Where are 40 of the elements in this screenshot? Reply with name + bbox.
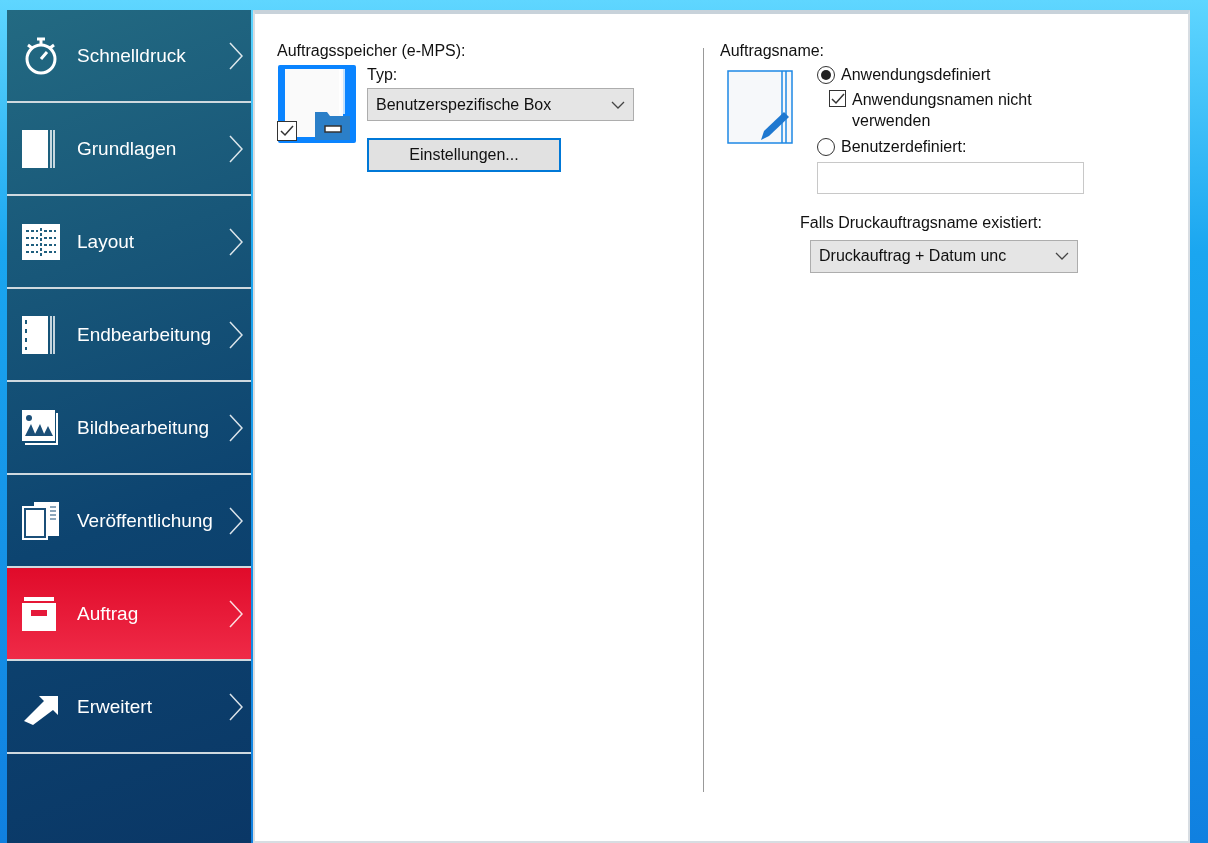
settings-button[interactable]: Einstellungen... [367, 138, 561, 172]
page-icon [22, 128, 56, 169]
storage-box-icon [277, 64, 357, 144]
section-label: Auftragsname: [720, 42, 826, 60]
chevron-icon [229, 692, 243, 721]
sidebar-item[interactable]: Auftrag [7, 568, 251, 661]
type-label: Typ: [367, 66, 399, 84]
checkbox-label: Anwendungsnamen nicht verwenden [852, 90, 1033, 131]
checkmark-icon [280, 125, 294, 137]
sidebar-item[interactable]: Grundlagen [7, 103, 251, 196]
sidebar-item[interactable]: Layout [7, 196, 251, 289]
chevron-icon [229, 227, 243, 256]
document-edit-icon [727, 70, 793, 144]
chevron-icon [229, 320, 243, 349]
caret-icon [1055, 252, 1069, 261]
caret-icon [611, 100, 625, 109]
chevron-icon [229, 41, 243, 70]
page-icon [22, 314, 56, 355]
checkmark-icon [830, 92, 845, 105]
sidebar-item[interactable]: Endbearbeitung [7, 289, 251, 382]
existing-name-dropdown[interactable]: Druckauftrag + Datum unc [810, 239, 1078, 273]
checkbox[interactable] [829, 90, 846, 107]
field-label: Falls Druckauftragsname existiert: [800, 213, 1043, 232]
type-dropdown[interactable]: Benutzerspezifische Box [367, 88, 634, 121]
chevron-icon [229, 599, 243, 628]
sidebar-item[interactable]: Schnelldruck [7, 10, 251, 103]
chevron-icon [229, 413, 243, 442]
layout-icon [22, 223, 60, 260]
name-input-field[interactable] [817, 161, 1084, 194]
option-label: Anwendungsdefiniert [841, 66, 991, 84]
image-icon [22, 409, 60, 446]
job-box-icon [22, 596, 56, 631]
chevron-icon [229, 506, 243, 535]
documents-icon [22, 501, 60, 540]
sidebar-item[interactable]: Bildbearbeitung [7, 382, 251, 475]
option-label: Benutzerdefiniert: [841, 137, 967, 156]
chevron-icon [229, 134, 243, 163]
sidebar-item[interactable]: Erweitert [7, 661, 251, 754]
section-label: Auftragsspeicher (e-MPS): [277, 42, 467, 60]
checkbox[interactable] [277, 121, 297, 141]
